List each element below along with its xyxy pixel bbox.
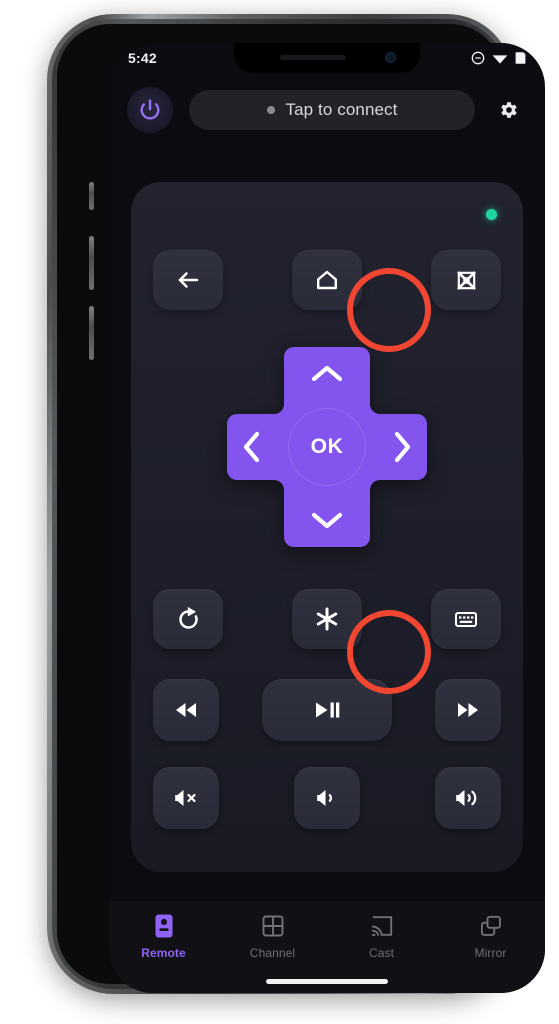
chevron-up-icon [310, 363, 344, 385]
keyboard-button[interactable] [431, 589, 501, 649]
do-not-disturb-icon [471, 51, 485, 65]
gear-icon [498, 99, 520, 121]
power-toggle-button[interactable] [127, 87, 173, 133]
volume-down-icon [313, 786, 341, 810]
directional-pad: OK [223, 343, 431, 551]
asterisk-icon [313, 605, 341, 633]
volume-button-row [153, 767, 501, 829]
replay-icon [175, 606, 202, 633]
chevron-left-icon [241, 430, 263, 464]
navigation-button-row [153, 250, 501, 310]
dpad-ok-label: OK [310, 435, 344, 458]
dpad-down-button[interactable] [294, 495, 360, 545]
replay-button[interactable] [153, 589, 223, 649]
status-bar-clock: 5:42 [128, 50, 157, 66]
chevron-right-icon [391, 430, 413, 464]
app-header: Tap to connect [109, 77, 545, 143]
fullscreen-icon [454, 268, 479, 293]
nav-label-channel: Channel [249, 946, 296, 960]
connection-status-dot [266, 106, 275, 114]
options-button[interactable] [292, 589, 362, 649]
cast-icon [370, 913, 394, 939]
home-button[interactable] [292, 250, 362, 310]
dpad-right-button[interactable] [377, 422, 427, 472]
fullscreen-button[interactable] [431, 250, 501, 310]
nav-label-cast: Cast [368, 946, 395, 960]
phone-frame: 5:42 Tap to connect OK Remote Channel Ca… [47, 14, 545, 994]
battery-icon [515, 51, 526, 65]
fast-forward-button[interactable] [435, 679, 501, 741]
arrow-left-icon [175, 267, 201, 293]
dpad-ok-button[interactable]: OK [288, 408, 366, 486]
front-camera [385, 52, 396, 63]
remote-panel: OK [131, 182, 523, 872]
nav-label-mirror: Mirror [474, 946, 507, 960]
keyboard-icon [452, 605, 480, 633]
status-bar-icons [471, 51, 526, 65]
dpad-left-button[interactable] [227, 422, 277, 472]
settings-button[interactable] [491, 92, 527, 128]
screenshot-canvas: 5:42 Tap to connect OK Remote Channel Ca… [0, 0, 559, 1024]
mute-button[interactable] [153, 767, 219, 829]
connect-status-label: Tap to connect [285, 100, 398, 119]
hardware-volume-down-button[interactable] [89, 306, 94, 360]
grid-icon [261, 913, 285, 939]
back-button[interactable] [153, 250, 223, 310]
notch [234, 43, 420, 73]
hardware-silent-switch[interactable] [89, 182, 94, 210]
play-pause-icon [312, 699, 342, 721]
play-pause-button[interactable] [262, 679, 392, 741]
wifi-icon [492, 52, 508, 65]
phone-screen: 5:42 Tap to connect OK Remote Channel Ca… [109, 43, 545, 993]
connect-status-button[interactable]: Tap to connect [189, 90, 475, 130]
device-connected-indicator [486, 209, 497, 220]
playback-button-row [153, 679, 501, 741]
fast-forward-icon [454, 699, 482, 721]
volume-up-button[interactable] [435, 767, 501, 829]
nav-item-cast[interactable]: Cast [327, 913, 436, 960]
home-icon [314, 267, 340, 293]
screen-mirror-icon [479, 913, 503, 939]
remote-icon [154, 913, 174, 939]
nav-item-remote[interactable]: Remote [109, 913, 218, 960]
chevron-down-icon [310, 509, 344, 531]
nav-label-remote: Remote [141, 946, 186, 960]
rewind-icon [172, 699, 200, 721]
home-indicator[interactable] [266, 979, 388, 984]
earpiece-speaker [280, 55, 346, 60]
rewind-button[interactable] [153, 679, 219, 741]
nav-item-channel[interactable]: Channel [218, 913, 327, 960]
hardware-volume-up-button[interactable] [89, 236, 94, 290]
dpad-up-button[interactable] [294, 349, 360, 399]
function-button-row [153, 589, 501, 649]
volume-up-icon [453, 786, 483, 810]
nav-item-mirror[interactable]: Mirror [436, 913, 545, 960]
volume-down-button[interactable] [294, 767, 360, 829]
power-icon [138, 98, 162, 122]
volume-mute-icon [172, 786, 200, 810]
